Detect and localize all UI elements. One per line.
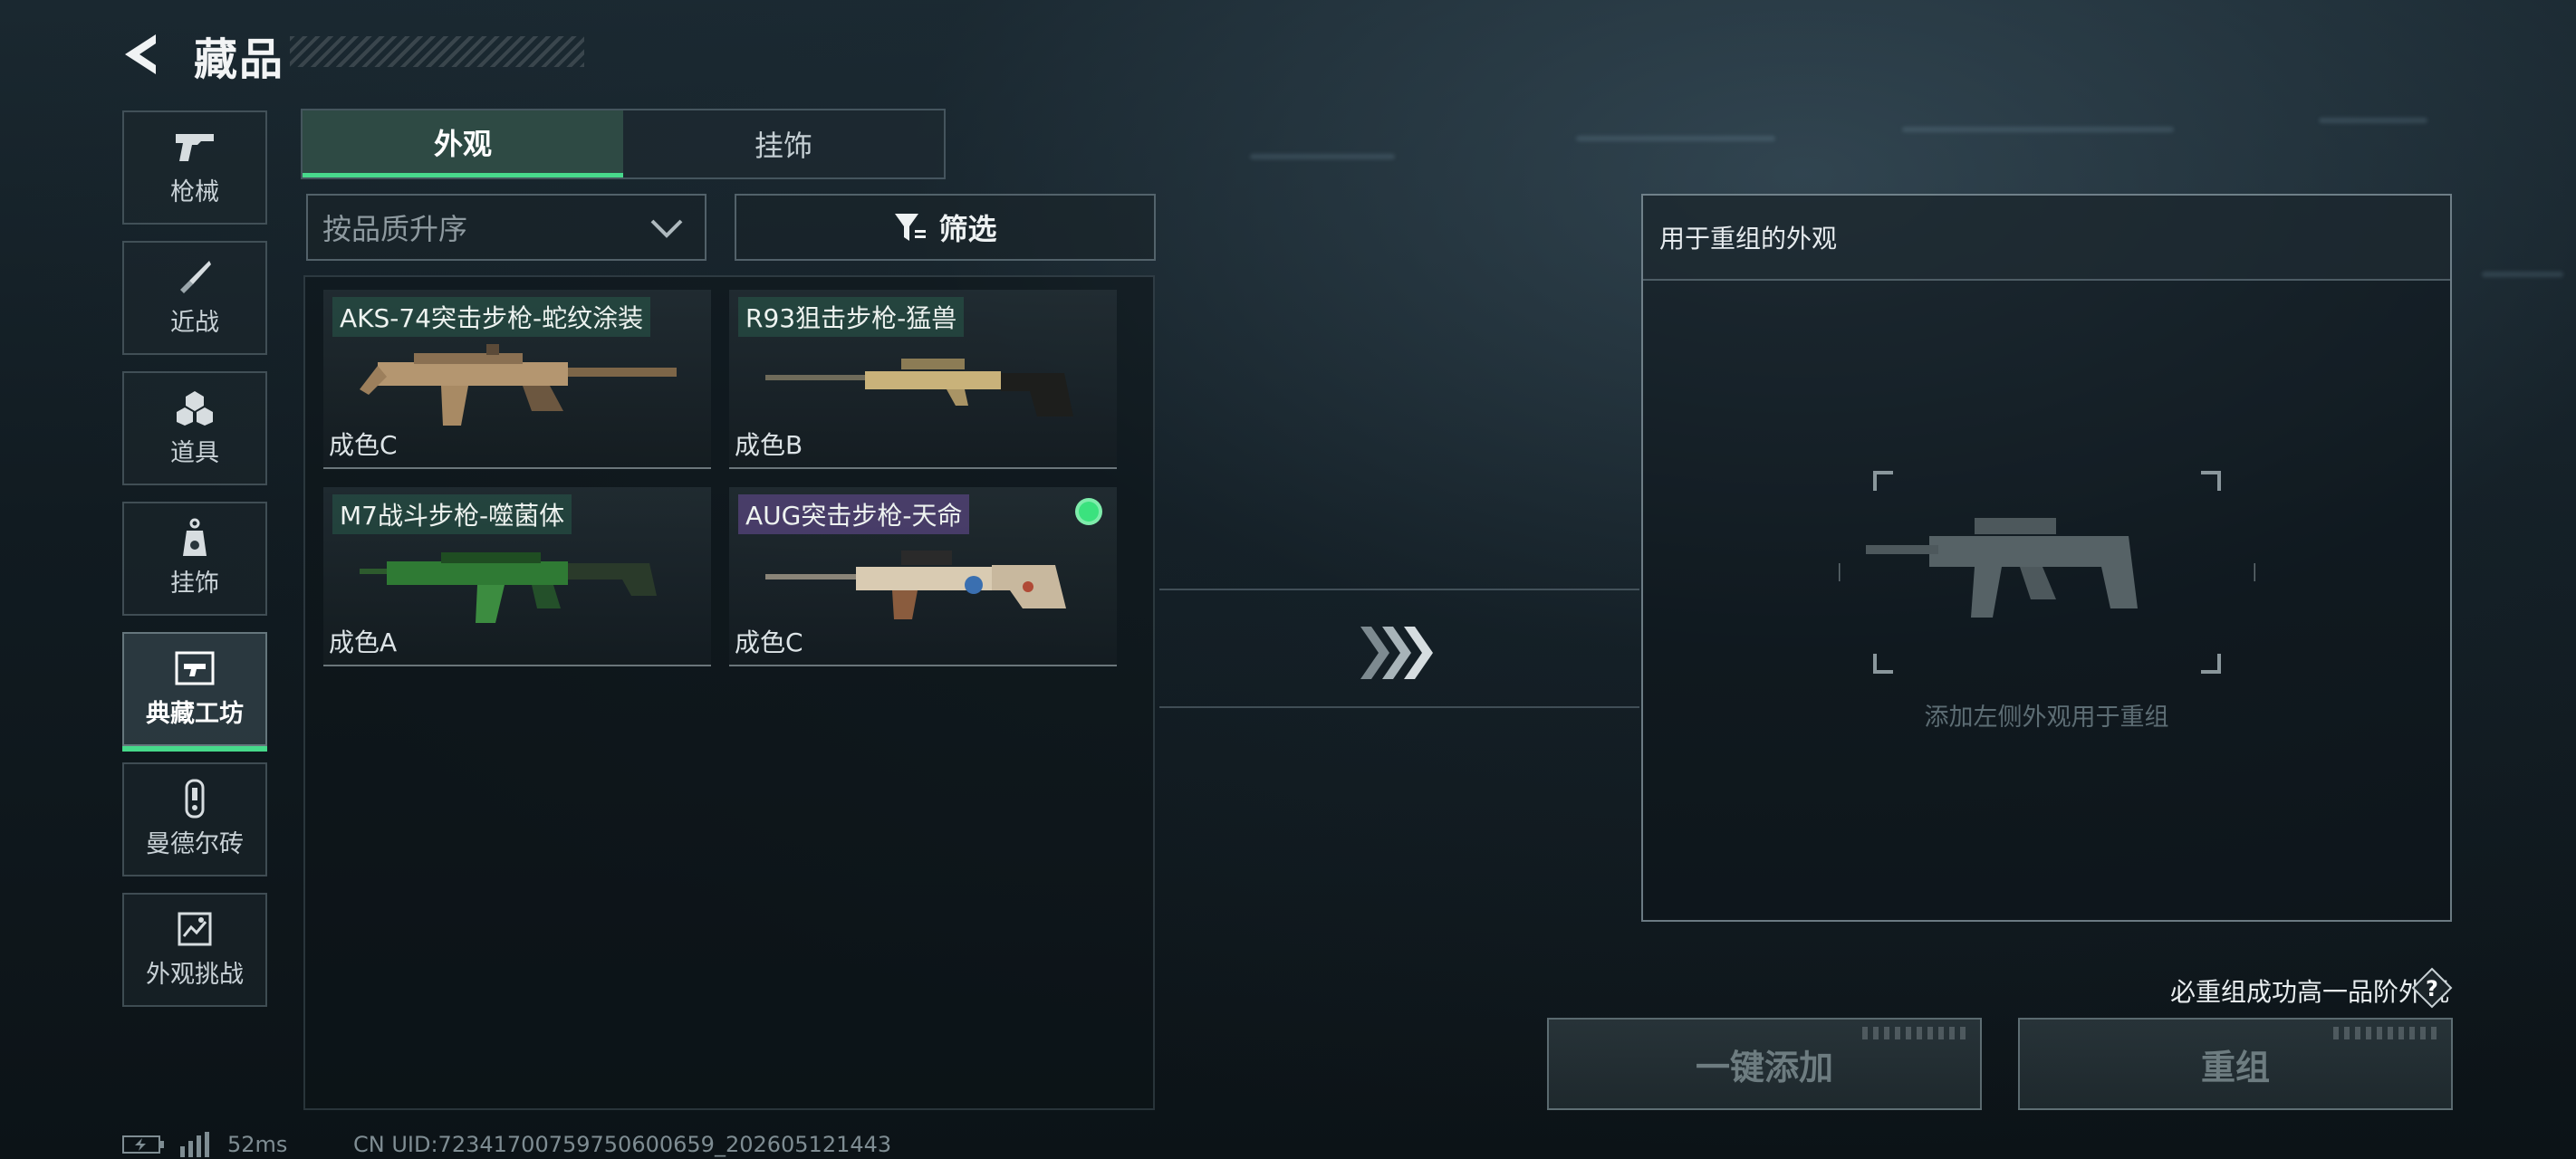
bg-streak [2482,272,2563,277]
connector-line [1159,706,1639,708]
item-grade: 成色B [735,430,803,460]
sort-dropdown[interactable]: 按品质升序 [306,194,706,261]
recombine-panel: 用于重组的外观 添加左侧外观用于重组 [1641,194,2452,922]
help-icon[interactable]: ? [2411,967,2453,1009]
item-name: M7战斗步枪-噬菌体 [332,494,572,534]
button-decoration [1862,1027,1971,1039]
sidebar-item-challenge[interactable]: 外观挑战 [122,893,267,1007]
item-card[interactable]: AUG突击步枪-天命 成色C [729,487,1117,666]
grenade-icon [173,389,216,426]
rifle-skin-image [360,344,677,426]
selected-indicator [1075,498,1102,525]
sidebar-item-melee[interactable]: 近战 [122,241,267,355]
tab-appearance[interactable]: 外观 [303,110,623,177]
category-tabs: 外观 挂饰 [301,109,946,179]
filter-icon [895,214,927,241]
sidebar-item-gadgets[interactable]: 道具 [122,371,267,485]
item-grade: 成色A [329,627,398,657]
bg-streak [1250,154,1395,159]
item-grade: 成色C [329,430,398,460]
sidebar-item-brick[interactable]: 曼德尔砖 [122,762,267,876]
sidebar-item-label: 枪械 [170,177,219,206]
item-card[interactable]: AKS-74突击步枪-蛇纹涂装 成色C [323,290,711,469]
ping-value: 52ms [227,1132,288,1157]
sidebar-item-workshop[interactable]: 典藏工坊 [122,632,267,752]
workshop-icon [173,650,216,686]
sidebar-item-label: 挂饰 [170,569,219,598]
item-card[interactable]: M7战斗步枪-噬菌体 成色A [323,487,711,666]
item-name: R93狙击步枪-猛兽 [738,297,965,337]
panel-title: 用于重组的外观 [1643,196,2450,281]
pistol-icon [173,129,216,165]
battery-icon [122,1135,164,1154]
sidebar-item-label: 典藏工坊 [146,699,244,728]
connector-line [1159,589,1639,590]
charm-icon [173,518,216,556]
title-decoration [290,36,584,67]
sidebar-item-label: 近战 [170,308,219,337]
challenge-icon [173,911,216,947]
aug-skin-image [765,551,1066,619]
back-arrow-icon[interactable] [120,31,167,78]
tab-charms[interactable]: 挂饰 [623,110,944,177]
recombine-button[interactable]: 重组 [2018,1018,2453,1110]
bg-streak [1576,136,1775,141]
filter-button[interactable]: 筛选 [735,194,1156,261]
recombine-label: 重组 [2200,1047,2270,1087]
filter-label: 筛选 [938,212,997,246]
sidebar-item-label: 曼德尔砖 [146,829,244,858]
item-card[interactable]: R93狙击步枪-猛兽 成色B [729,290,1117,469]
bg-streak [1902,127,2174,132]
sidebar-item-guns[interactable]: 枪械 [122,110,267,225]
add-all-label: 一键添加 [1695,1047,1833,1087]
page-title: 藏品 [194,34,285,85]
battle-rifle-skin-image [360,552,657,623]
item-name: AKS-74突击步枪-蛇纹涂装 [332,297,651,337]
item-name: AUG突击步枪-天命 [738,494,970,534]
item-grid: AKS-74突击步枪-蛇纹涂装 成色C R93狙击步枪-猛兽 成色B M7战斗步… [303,275,1155,1110]
chevron-down-icon [650,219,683,238]
add-all-button[interactable]: 一键添加 [1547,1018,1982,1110]
empty-slot-rifle-icon[interactable] [1839,464,2255,681]
sidebar-item-label: 外观挑战 [146,960,244,989]
item-grade: 成色C [735,627,803,657]
sniper-skin-image [765,359,1073,417]
status-bar: 52ms [122,1132,287,1157]
bg-streak [2319,118,2427,123]
sidebar-item-label: 道具 [170,438,219,467]
user-uid: CN UID:72341700759750600659_202605121443 [353,1132,892,1157]
signal-icon [180,1132,209,1157]
brick-icon [173,779,216,818]
sidebar-item-charms[interactable]: 挂饰 [122,502,267,616]
triple-chevron-right-icon [1360,627,1433,679]
knife-icon [173,259,216,295]
button-decoration [2333,1027,2442,1039]
panel-hint: 添加左侧外观用于重组 [1924,704,2169,732]
svg-text:?: ? [2426,976,2438,1001]
sort-value: 按品质升序 [322,212,468,246]
upgrade-note: 必重组成功高一品阶外观 [2169,977,2449,1007]
